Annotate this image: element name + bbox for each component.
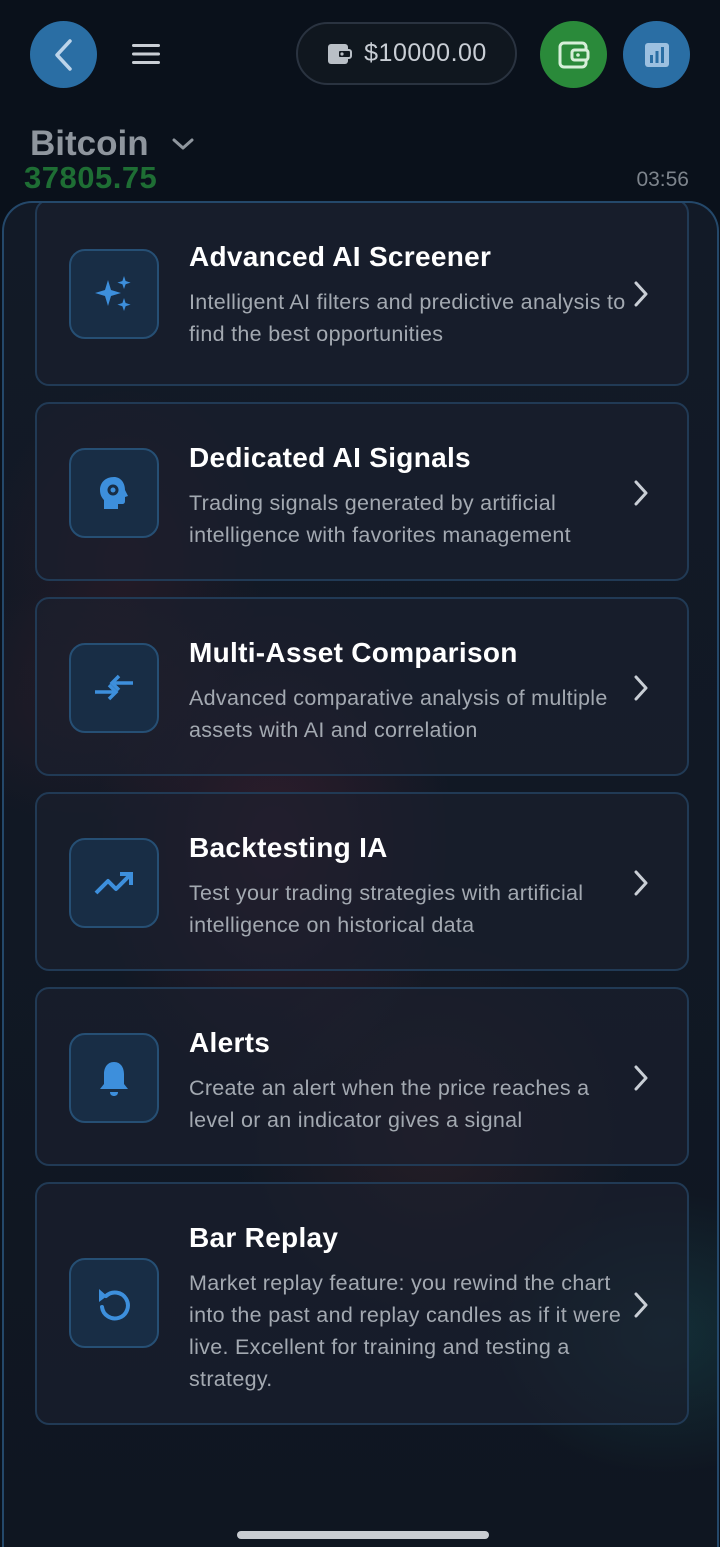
bell-icon bbox=[100, 1062, 128, 1096]
chevron-right-icon bbox=[634, 281, 648, 307]
card-description: Market replay feature: you rewind the ch… bbox=[189, 1271, 622, 1391]
chevron-right-icon bbox=[634, 480, 648, 506]
card-title: Advanced AI Screener bbox=[189, 241, 492, 272]
compare-arrows-icon bbox=[95, 674, 133, 701]
top-bar: $10000.00 bbox=[0, 0, 720, 110]
features-list: Advanced AI Screener Intelligent AI filt… bbox=[4, 203, 717, 1547]
menu-button[interactable] bbox=[116, 28, 176, 80]
card-title: Backtesting IA bbox=[189, 832, 388, 863]
card-icon-box bbox=[69, 1258, 159, 1348]
stats-button[interactable] bbox=[623, 21, 690, 88]
features-sheet: Advanced AI Screener Intelligent AI filt… bbox=[2, 201, 719, 1547]
replay-icon bbox=[99, 1289, 130, 1321]
chevron-left-icon bbox=[54, 38, 72, 71]
ai-head-icon bbox=[100, 477, 128, 509]
card-title: Dedicated AI Signals bbox=[189, 442, 471, 473]
feature-card-bar-replay[interactable]: Bar Replay Market replay feature: you re… bbox=[35, 1182, 689, 1425]
card-description: Create an alert when the price reaches a… bbox=[189, 1076, 590, 1132]
sparkles-icon bbox=[95, 276, 131, 311]
trending-up-icon bbox=[94, 872, 133, 895]
card-icon-box bbox=[69, 249, 159, 339]
home-indicator[interactable] bbox=[237, 1531, 489, 1539]
card-description: Trading signals generated by artificial … bbox=[189, 491, 571, 547]
clock-time: 03:56 bbox=[636, 168, 689, 191]
feature-card-backtesting[interactable]: Backtesting IA Test your trading strateg… bbox=[35, 792, 689, 971]
card-title: Alerts bbox=[189, 1027, 271, 1058]
chevron-right-icon bbox=[634, 675, 648, 701]
balance-display[interactable]: $10000.00 bbox=[296, 22, 517, 85]
symbol-selector[interactable]: Bitcoin bbox=[30, 124, 195, 164]
card-description: Intelligent AI filters and predictive an… bbox=[189, 290, 626, 346]
hamburger-menu-icon bbox=[132, 44, 160, 64]
card-title: Multi-Asset Comparison bbox=[189, 637, 518, 668]
chevron-down-icon bbox=[172, 138, 194, 150]
wallet-icon bbox=[558, 41, 589, 68]
chevron-right-icon bbox=[634, 1292, 648, 1318]
card-description: Advanced comparative analysis of multipl… bbox=[189, 686, 608, 742]
feature-card-ai-screener[interactable]: Advanced AI Screener Intelligent AI filt… bbox=[35, 203, 689, 386]
back-button[interactable] bbox=[30, 21, 97, 88]
chevron-right-icon bbox=[634, 870, 648, 896]
feature-card-alerts[interactable]: Alerts Create an alert when the price re… bbox=[35, 987, 689, 1166]
balance-amount: $10000.00 bbox=[364, 39, 487, 67]
card-icon-box bbox=[69, 448, 159, 538]
card-title: Bar Replay bbox=[189, 1222, 339, 1253]
feature-card-multi-asset[interactable]: Multi-Asset Comparison Advanced comparat… bbox=[35, 597, 689, 776]
wallet-icon bbox=[328, 43, 353, 64]
card-icon-box bbox=[69, 643, 159, 733]
card-description: Test your trading strategies with artifi… bbox=[189, 881, 584, 937]
feature-card-ai-signals[interactable]: Dedicated AI Signals Trading signals gen… bbox=[35, 402, 689, 581]
bar-chart-icon bbox=[644, 42, 669, 67]
card-icon-box bbox=[69, 1033, 159, 1123]
symbol-price: 37805.75 bbox=[24, 160, 158, 195]
symbol-name: Bitcoin bbox=[30, 124, 149, 163]
chevron-right-icon bbox=[634, 1065, 648, 1091]
card-icon-box bbox=[69, 838, 159, 928]
wallet-button[interactable] bbox=[540, 21, 607, 88]
